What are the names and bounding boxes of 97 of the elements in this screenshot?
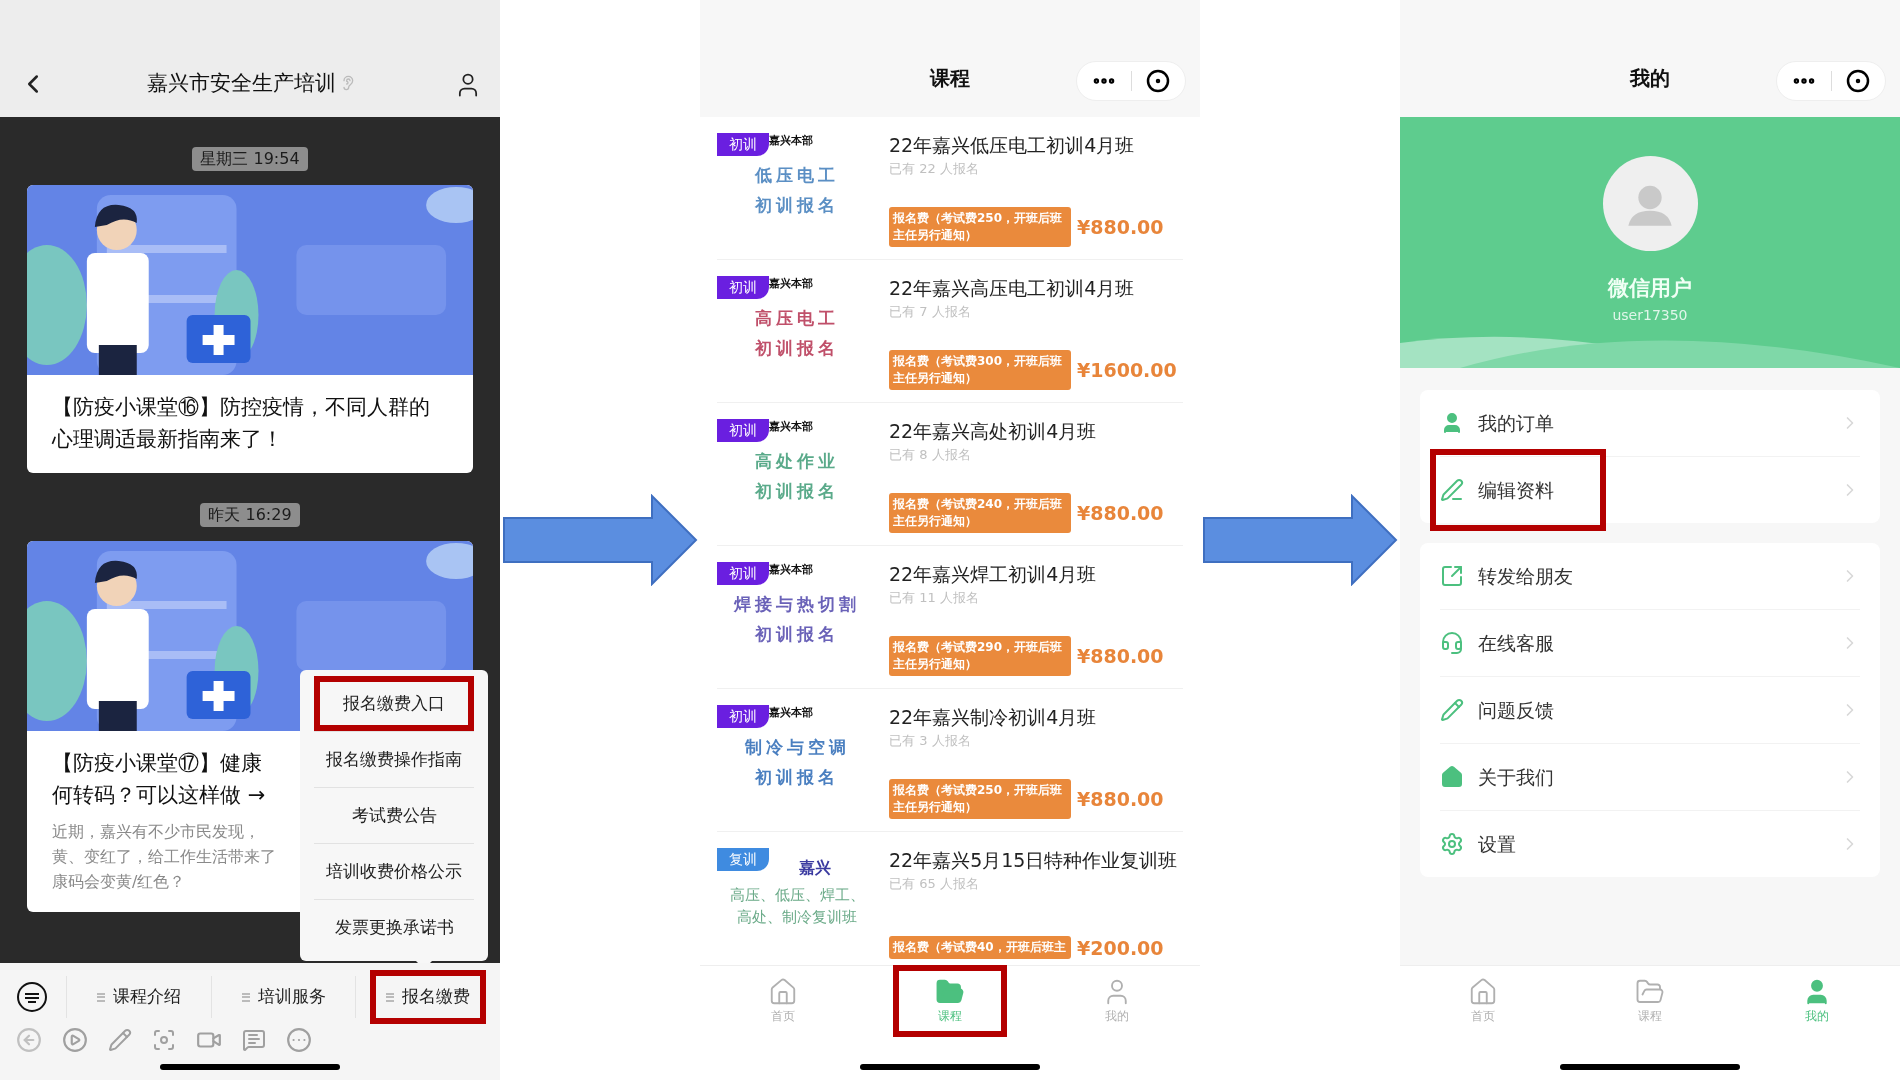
fee-tag: 报名费（考试费40，开班后班主 (889, 936, 1071, 960)
headset-icon (1440, 631, 1464, 655)
settings-icon (1440, 832, 1464, 856)
menu-bar-item[interactable]: 培训服务 (231, 976, 336, 1018)
menu-row[interactable]: 编辑资料 (1440, 457, 1860, 523)
list-icon (241, 992, 250, 1002)
course-row[interactable]: 初训 嘉兴本部 高压电工 初训报名 22年嘉兴高压电工初训4月班 已有 7 人报名 报名费（考试费300，开班后班主任另行通知） ¥1600.00 (717, 260, 1183, 403)
course-type-badge: 初训 (717, 276, 769, 299)
article-card[interactable]: 【防疫小课堂⑯】防控疫情，不同人群的心理调适最新指南来了！ (27, 185, 473, 473)
course-type-badge: 复训 (717, 848, 769, 871)
course-price: ¥880.00 (1077, 500, 1164, 526)
article-summary: 黄、变红了，给工作生活带来了 (52, 846, 276, 868)
course-row[interactable]: 初训 嘉兴本部 焊接与热切割 初训报名 22年嘉兴焊工初训4月班 已有 11 人报名 报名费（考试费290，开班后班主任另行通知） ¥880.00 (717, 546, 1183, 689)
course-title: 22年嘉兴低压电工初训4月班 (889, 133, 1136, 157)
share-icon (1440, 564, 1464, 588)
fee-tag: 报名费（考试费250，开班后班主任另行通知） (889, 207, 1071, 247)
course-type-badge: 初训 (717, 562, 769, 585)
thumbnail-text: 初训报名 (755, 194, 839, 217)
thumbnail-text: 焊接与热切割 (734, 593, 860, 616)
menu-item[interactable]: 报名缴费操作指南 (314, 732, 474, 787)
edit-icon (1440, 478, 1464, 502)
thumbnail-text: 初训报名 (755, 337, 839, 360)
menu-row[interactable]: 我的订单 (1440, 390, 1860, 456)
course-price: ¥880.00 (1077, 643, 1164, 669)
course-price: ¥880.00 (1077, 214, 1164, 240)
thumbnail-text: 制冷与空调 (744, 736, 850, 759)
enrolled-count: 已有 65 人报名 (889, 875, 980, 893)
course-type-badge: 初训 (717, 419, 769, 442)
timestamp: 昨天 16:29 (200, 503, 300, 527)
article-title: 【防疫小课堂⑯】防控疫情，不同人群的心理调适最新指南来了！ (52, 394, 431, 453)
enrolled-count: 已有 22 人报名 (889, 160, 980, 178)
fee-tag: 报名费（考试费290，开班后班主任另行通知） (889, 636, 1071, 676)
menu-bar-item[interactable]: 报名缴费 (376, 976, 481, 1018)
pencil-icon (1440, 698, 1464, 722)
list-icon (96, 992, 105, 1002)
right-arrow-icon (1202, 494, 1398, 586)
campus-label: 嘉兴本部 (769, 419, 813, 435)
thumbnail-text: 高处作业 (755, 450, 839, 473)
thumbnail-text: 高压电工 (755, 307, 839, 330)
capsule-menu[interactable] (1076, 61, 1186, 101)
menu-row[interactable]: 问题反馈 (1440, 677, 1860, 743)
window-title: 课程 (930, 65, 970, 92)
course-title: 22年嘉兴高压电工初训4月班 (889, 276, 1136, 300)
article-title: 何转码？可以这样做 → (52, 782, 266, 809)
thumbnail-text: 低压电工 (755, 164, 839, 187)
window-title: 嘉兴市安全生产培训 (146, 69, 336, 97)
menu-row[interactable]: 设置 (1440, 811, 1860, 877)
capsule-menu[interactable] (1776, 61, 1886, 101)
course-title: 22年嘉兴焊工初训4月班 (889, 562, 1098, 586)
article-summary: 近期，嘉兴有不少市民发现， (52, 821, 260, 843)
article-title: 【防疫小课堂⑰】健康 (52, 750, 262, 777)
right-arrow-icon (502, 494, 698, 586)
course-price: ¥880.00 (1077, 786, 1164, 812)
course-row[interactable]: 初训 嘉兴本部 高处作业 初训报名 22年嘉兴高处初训4月班 已有 8 人报名 报名费（考试费240，开班后班主任另行通知） ¥880.00 (717, 403, 1183, 546)
enrolled-count: 已有 3 人报名 (889, 732, 972, 750)
campus-label: 嘉兴本部 (769, 562, 813, 578)
thumbnail-text: 初训报名 (755, 480, 839, 503)
fee-tag: 报名费（考试费300，开班后班主任另行通知） (889, 350, 1071, 390)
course-row[interactable]: 初训 嘉兴本部 制冷与空调 初训报名 22年嘉兴制冷初训4月班 已有 3 人报名 报名费（考试费250，开班后班主任另行通知） ¥880.00 (717, 689, 1183, 832)
menu-bar-item[interactable]: 课程介绍 (86, 976, 191, 1018)
menu-row[interactable]: 关于我们 (1440, 744, 1860, 810)
menu-row[interactable]: 转发给朋友 (1440, 543, 1860, 609)
campus-label: 嘉兴本部 (769, 133, 813, 149)
course-price: ¥200.00 (1077, 935, 1164, 961)
list-icon (386, 992, 395, 1002)
menu-item[interactable]: 培训收费价格公示 (314, 844, 474, 899)
timestamp: 星期三 19:54 (192, 147, 308, 171)
course-title: 22年嘉兴制冷初训4月班 (889, 705, 1098, 729)
course-price: ¥1600.00 (1077, 357, 1177, 383)
course-title: 22年嘉兴5月15日特种作业复训班 (889, 848, 1179, 872)
thumbnail-text: 初训报名 (755, 766, 839, 789)
enrolled-count: 已有 8 人报名 (889, 446, 972, 464)
course-row[interactable]: 初训 嘉兴本部 低压电工 初训报名 22年嘉兴低压电工初训4月班 已有 22 人报名 报名费（考试费250，开班后班主任另行通知） ¥880.00 (717, 117, 1183, 260)
home-icon (1440, 765, 1464, 789)
close-icon[interactable] (1846, 69, 1871, 93)
menu-item[interactable]: 报名缴费入口 (320, 682, 468, 725)
course-title: 22年嘉兴高处初训4月班 (889, 419, 1098, 443)
window-title: 我的 (1630, 65, 1670, 92)
menu-item[interactable]: 考试费公告 (314, 788, 474, 843)
user-id: user17350 (1612, 305, 1688, 325)
menu-item[interactable]: 发票更换承诺书 (314, 900, 474, 955)
thumbnail-text: 初训报名 (755, 623, 839, 646)
close-icon[interactable] (1146, 69, 1171, 93)
fee-tag: 报名费（考试费240，开班后班主任另行通知） (889, 493, 1071, 533)
user-name: 微信用户 (1608, 275, 1692, 302)
course-type-badge: 初训 (717, 133, 769, 156)
article-summary: 康码会变黄/红色？ (52, 871, 186, 893)
menu-row[interactable]: 在线客服 (1440, 610, 1860, 676)
fee-tag: 报名费（考试费250，开班后班主任另行通知） (889, 779, 1071, 819)
course-type-badge: 初训 (717, 705, 769, 728)
thumbnail-text: 高压、低压、焊工、 (729, 885, 865, 906)
enrolled-count: 已有 7 人报名 (889, 303, 972, 321)
enrolled-count: 已有 11 人报名 (889, 589, 980, 607)
thumbnail-text: 高处、制冷复训班 (737, 907, 857, 928)
campus-label: 嘉兴 (799, 857, 831, 879)
campus-label: 嘉兴本部 (769, 276, 813, 292)
campus-label: 嘉兴本部 (769, 705, 813, 721)
